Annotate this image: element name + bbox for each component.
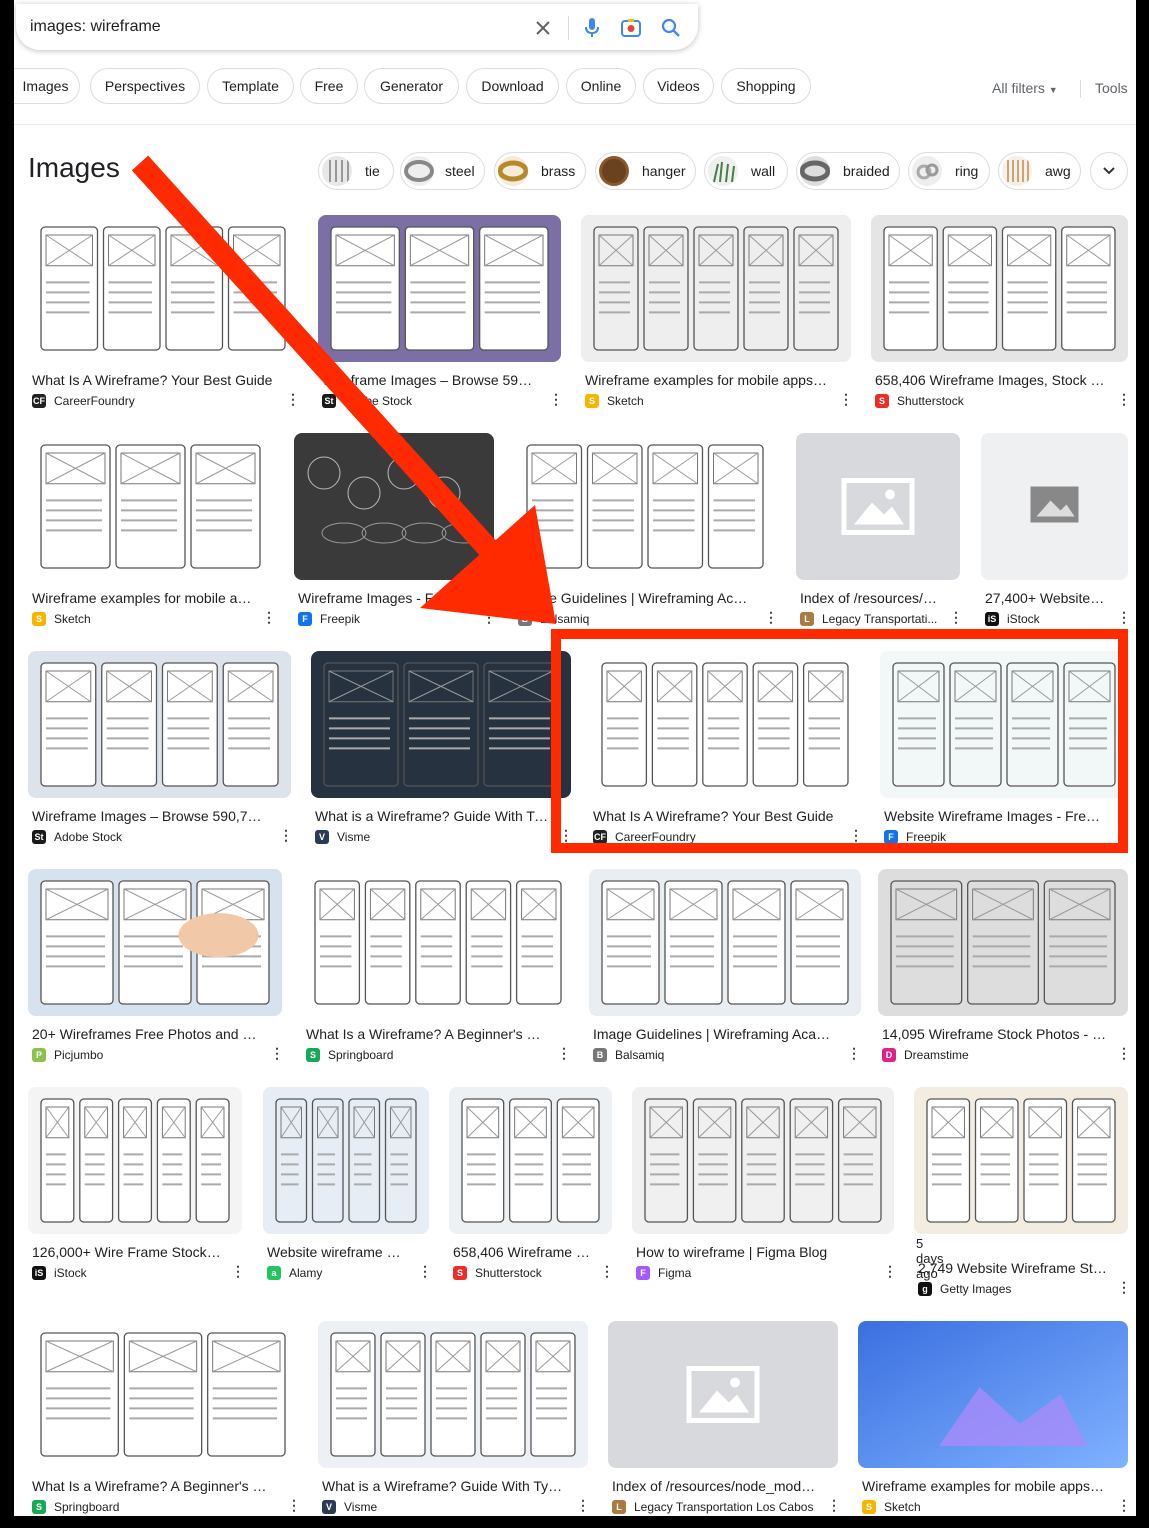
annotation-arrow (131, 155, 556, 624)
